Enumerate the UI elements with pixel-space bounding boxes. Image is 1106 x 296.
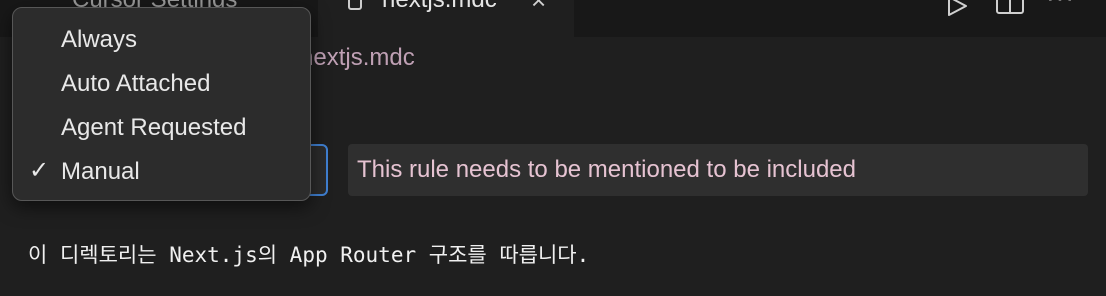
dropdown-item-label: Manual (61, 158, 140, 185)
dropdown-item-always[interactable]: Always (13, 18, 310, 62)
file-icon (348, 0, 362, 10)
play-icon[interactable] (946, 0, 970, 16)
dropdown-item-label: Always (61, 26, 138, 53)
dropdown-item-manual[interactable]: ✓ Manual (13, 150, 310, 194)
breadcrumb-file-label: nextjs.mdc (300, 44, 415, 71)
dropdown-item-label: Agent Requested (61, 114, 247, 141)
dropdown-item-agent-requested[interactable]: Agent Requested (13, 106, 310, 150)
breadcrumb[interactable]: nextjs.mdc (300, 44, 415, 72)
more-icon[interactable]: ··· (1046, 0, 1075, 13)
description-field[interactable]: This rule needs to be mentioned to be in… (348, 144, 1088, 196)
dropdown-item-auto-attached[interactable]: Auto Attached (13, 62, 310, 106)
split-editor-icon[interactable] (996, 0, 1024, 14)
rule-type-dropdown: Always Auto Attached Agent Requested ✓ M… (12, 7, 311, 201)
close-icon[interactable]: × (531, 0, 546, 16)
content-line: 이 디렉토리는 Next.js의 App Router 구조를 따릅니다. (28, 243, 590, 267)
dropdown-item-label: Auto Attached (61, 70, 211, 97)
tab-nextjs-mdc[interactable]: nextjs.mdc × (318, 0, 574, 37)
check-icon: ✓ (29, 157, 50, 184)
tab-label: nextjs.mdc (382, 0, 497, 14)
description-text: This rule needs to be mentioned to be in… (357, 156, 856, 183)
